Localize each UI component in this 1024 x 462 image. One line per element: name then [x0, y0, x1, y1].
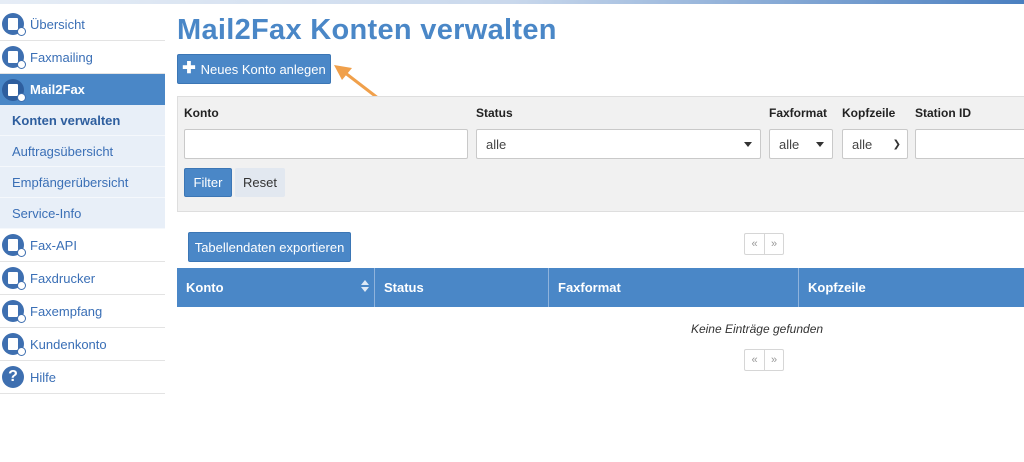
sidebar-item-label: Faxmailing — [30, 49, 93, 65]
station-id-filter-input[interactable] — [915, 129, 1024, 159]
subnav-item-service-info[interactable]: Service-Info — [0, 198, 165, 229]
page-title: Mail2Fax Konten verwalten — [177, 14, 557, 46]
reset-button[interactable]: Reset — [235, 168, 285, 197]
plus-icon: ✚ — [182, 60, 196, 77]
fax-api-icon — [2, 234, 26, 257]
column-header-label: Status — [384, 280, 424, 295]
filter-label-kopfzeile: Kopfzeile — [842, 106, 896, 120]
sidebar-item-hilfe[interactable]: ? Hilfe — [0, 361, 165, 394]
sidebar-item-fax-api[interactable]: Fax-API — [0, 229, 165, 262]
column-header-label: Faxformat — [558, 280, 621, 295]
sidebar: Übersicht Faxmailing Mail2Fax Konten ver… — [0, 8, 165, 394]
sidebar-item-mail2fax[interactable]: Mail2Fax — [0, 74, 165, 105]
sidebar-item-faxmailing[interactable]: Faxmailing — [0, 41, 165, 74]
top-accent-bar — [0, 0, 1024, 4]
pagination-top: « » — [744, 233, 784, 255]
column-header-label: Konto — [186, 280, 224, 295]
mail2fax-icon — [2, 78, 26, 102]
column-header-label: Kopfzeile — [808, 280, 866, 295]
sidebar-item-label: Übersicht — [30, 16, 85, 32]
filter-label-konto: Konto — [184, 106, 219, 120]
chevron-down-icon — [816, 142, 824, 147]
status-filter-value: alle — [486, 136, 507, 152]
new-account-button-label: Neues Konto anlegen — [200, 61, 326, 77]
export-table-button[interactable]: Tabellendaten exportieren — [188, 232, 351, 262]
faxformat-filter-select[interactable]: alle — [769, 129, 833, 159]
sidebar-item-label: Hilfe — [30, 369, 57, 385]
sidebar-item-label: Faxdrucker — [30, 270, 96, 286]
faxformat-filter-value: alle — [779, 136, 800, 152]
status-filter-select[interactable]: alle — [476, 129, 761, 159]
sidebar-item-label: Faxempfang — [30, 303, 103, 319]
konto-filter-input[interactable] — [184, 129, 468, 159]
new-account-button[interactable]: ✚ Neues Konto anlegen — [177, 54, 331, 84]
filter-label-faxformat: Faxformat — [769, 106, 828, 120]
overview-icon — [2, 13, 26, 36]
filter-panel: Konto Status alle Faxformat alle Kopfzei… — [177, 96, 1024, 212]
filter-label-status: Status — [476, 106, 513, 120]
kopfzeile-filter-select[interactable]: alle ❯ — [842, 129, 908, 159]
sidebar-item-faxdrucker[interactable]: Faxdrucker — [0, 262, 165, 295]
filter-button[interactable]: Filter — [184, 168, 232, 197]
sidebar-item-kundenkonto[interactable]: Kundenkonto — [0, 328, 165, 361]
sort-icon — [361, 280, 369, 292]
pager-prev-button[interactable]: « — [745, 350, 764, 370]
pager-prev-button[interactable]: « — [745, 234, 764, 254]
mail2fax-subnav: Konten verwalten Auftragsübersicht Empfä… — [0, 105, 165, 229]
column-header-konto[interactable]: Konto — [177, 268, 375, 307]
sidebar-item-label: Fax-API — [30, 237, 77, 253]
column-header-status[interactable]: Status — [375, 268, 549, 307]
sidebar-item-label: Kundenkonto — [30, 336, 107, 352]
table-header: Konto Status Faxformat Kopfzeile — [177, 268, 1024, 307]
fax-printer-icon — [2, 267, 26, 290]
kopfzeile-filter-value: alle — [852, 136, 873, 152]
column-header-faxformat[interactable]: Faxformat — [549, 268, 799, 307]
fax-receive-icon — [2, 300, 26, 323]
sidebar-item-uebersicht[interactable]: Übersicht — [0, 8, 165, 41]
pagination-bottom: « » — [744, 349, 784, 371]
subnav-item-konten-verwalten[interactable]: Konten verwalten — [0, 105, 165, 136]
filter-label-station-id: Station ID — [915, 106, 971, 120]
help-icon: ? — [2, 366, 24, 388]
chevron-down-icon — [744, 142, 752, 147]
pager-next-button[interactable]: » — [764, 234, 783, 254]
faxmailing-icon — [2, 46, 26, 69]
subnav-item-auftragsuebersicht[interactable]: Auftragsübersicht — [0, 136, 165, 167]
subnav-item-empfaengeruebersicht[interactable]: Empfängerübersicht — [0, 167, 165, 198]
column-header-kopfzeile[interactable]: Kopfzeile — [799, 268, 1024, 307]
sidebar-item-label: Mail2Fax — [30, 82, 85, 97]
customer-account-icon — [2, 333, 26, 356]
sidebar-item-faxempfang[interactable]: Faxempfang — [0, 295, 165, 328]
empty-table-message: Keine Einträge gefunden — [690, 322, 824, 336]
pager-next-button[interactable]: » — [764, 350, 783, 370]
chevron-down-icon: ❯ — [892, 139, 901, 150]
